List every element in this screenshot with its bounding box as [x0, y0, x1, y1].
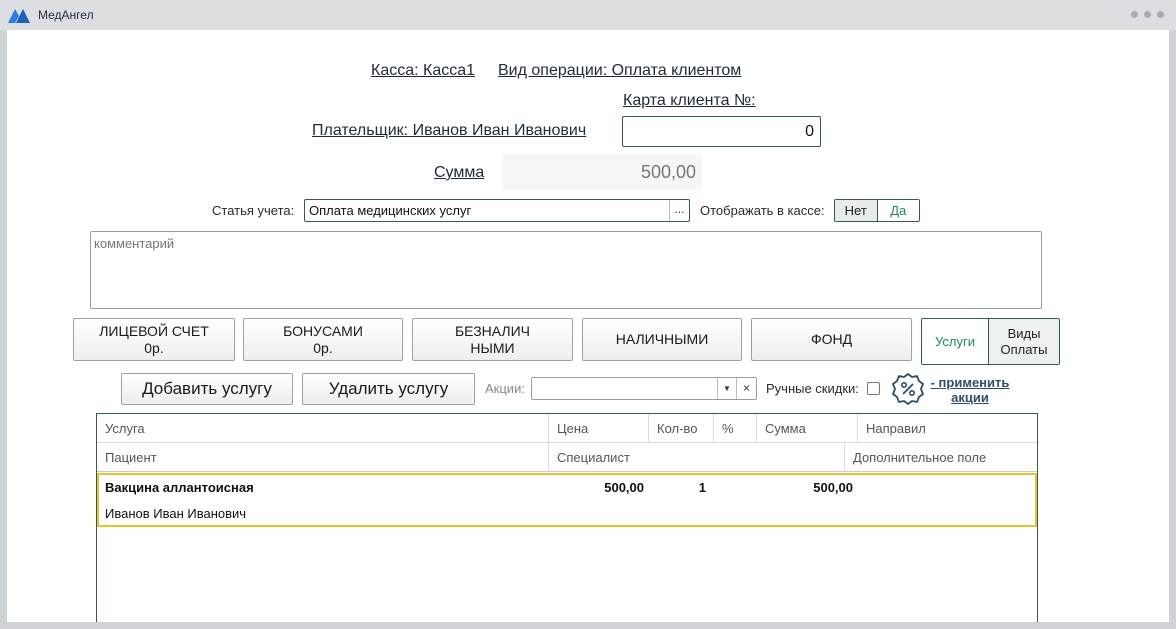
- column-header-qty[interactable]: Кол-во: [649, 414, 714, 443]
- pay-button-label: ФОНД: [810, 331, 853, 347]
- window-titlebar: МедАнгел: [0, 0, 1176, 30]
- row-price: 500,00: [604, 480, 644, 495]
- apply-promos-line2: акции: [951, 390, 989, 405]
- apply-promos-link[interactable]: - применить акции: [924, 375, 1016, 405]
- tab-payment-types-line2: Оплаты: [1000, 341, 1048, 357]
- column-header-price[interactable]: Цена: [549, 414, 649, 443]
- toggle-no-option[interactable]: Нет: [835, 200, 878, 221]
- article-value: Оплата медицинских услуг: [309, 203, 472, 218]
- table-header-row: Услуга Цена Кол-во % Сумма Направил: [97, 414, 1037, 443]
- pay-button-label: НАЛИЧНЫМИ: [615, 331, 709, 347]
- manual-discount-checkbox[interactable]: [867, 382, 880, 395]
- sum-label: Сумма: [434, 164, 485, 181]
- pay-fund-button[interactable]: ФОНД: [751, 318, 912, 361]
- row-patient: Иванов Иван Иванович: [105, 506, 247, 521]
- promo-select[interactable]: ▼ ×: [531, 377, 757, 400]
- comment-textarea[interactable]: [90, 231, 1042, 309]
- dot-icon: [1131, 11, 1138, 18]
- tab-services-label: Услуги: [935, 333, 975, 349]
- column-header-patient[interactable]: Пациент: [97, 443, 549, 472]
- row-sum: 500,00: [813, 480, 853, 495]
- pay-button-label: БОНУСАМИ: [283, 322, 363, 339]
- services-table: Услуга Цена Кол-во % Сумма Направил Паци…: [96, 413, 1038, 622]
- display-in-kassa-toggle: Нет Да: [834, 199, 920, 222]
- dot-icon: [1157, 11, 1164, 18]
- toggle-yes-option[interactable]: Да: [877, 200, 919, 221]
- sum-value: 500,00: [502, 154, 702, 190]
- pay-button-amount: 0р.: [144, 339, 164, 356]
- client-card-label[interactable]: Карта клиента №:: [623, 92, 756, 110]
- tab-payment-types-line1: Виды: [1007, 325, 1041, 341]
- article-label: Статья учета:: [212, 203, 295, 218]
- app-title: МедАнгел: [38, 8, 94, 22]
- view-switch: Услуги Виды Оплаты: [921, 318, 1060, 365]
- column-header-sum[interactable]: Сумма: [757, 414, 858, 443]
- remove-service-button[interactable]: Удалить услугу: [302, 373, 475, 405]
- pay-button-label: БЕЗНАЛИЧ: [454, 322, 530, 339]
- pay-personal-account-button[interactable]: ЛИЦЕВОЙ СЧЕТ 0р.: [73, 318, 235, 361]
- column-header-percent[interactable]: %: [714, 414, 757, 443]
- clear-icon[interactable]: ×: [736, 378, 756, 399]
- manual-discount-label: Ручные скидки:: [766, 381, 859, 396]
- client-card-input[interactable]: [622, 116, 821, 147]
- promo-label: Акции:: [485, 381, 525, 396]
- column-header-service[interactable]: Услуга: [97, 414, 549, 443]
- pay-button-label: ЛИЦЕВОЙ СЧЕТ: [99, 322, 209, 339]
- column-header-extra[interactable]: Дополнительное поле: [845, 443, 1037, 472]
- pay-bonuses-button[interactable]: БОНУСАМИ 0р.: [243, 318, 403, 361]
- medangel-logo-icon: [8, 9, 30, 23]
- dot-icon: [1144, 11, 1151, 18]
- display-in-kassa-label: Отображать в кассе:: [700, 203, 825, 218]
- column-header-specialist[interactable]: Специалист: [549, 443, 845, 472]
- pay-cash-button[interactable]: НАЛИЧНЫМИ: [582, 318, 742, 361]
- discount-badge-icon[interactable]: [891, 372, 925, 406]
- operation-type-link[interactable]: Вид операции: Оплата клиентом: [498, 62, 741, 80]
- column-header-referred[interactable]: Направил: [858, 414, 1037, 443]
- payment-form: Касса: Касса1 Вид операции: Оплата клиен…: [7, 30, 1169, 622]
- payer-link[interactable]: Плательщик: Иванов Иван Иванович: [312, 122, 586, 140]
- table-header-row: Пациент Специалист Дополнительное поле: [97, 443, 1037, 472]
- window-menu-dots[interactable]: [1131, 11, 1164, 18]
- article-browse-button[interactable]: ...: [669, 200, 689, 221]
- tab-payment-types[interactable]: Виды Оплаты: [989, 319, 1059, 364]
- row-qty: 1: [698, 480, 706, 495]
- article-field[interactable]: Оплата медицинских услуг ...: [304, 199, 690, 222]
- pay-cashless-button[interactable]: БЕЗНАЛИЧ НЫМИ: [412, 318, 573, 361]
- row-service: Вакцина аллантоисная: [105, 480, 254, 495]
- pay-button-label-line2: НЫМИ: [470, 339, 515, 356]
- table-row[interactable]: Вакцина аллантоисная 500,00 1 500,00 Ива…: [97, 473, 1037, 527]
- add-service-button[interactable]: Добавить услугу: [121, 373, 293, 405]
- pay-button-amount: 0р.: [313, 339, 333, 356]
- caret-down-icon[interactable]: ▼: [717, 378, 736, 399]
- tab-services[interactable]: Услуги: [922, 319, 989, 364]
- kassa-link[interactable]: Касса: Касса1: [371, 62, 475, 80]
- apply-promos-line1: - применить: [930, 375, 1010, 390]
